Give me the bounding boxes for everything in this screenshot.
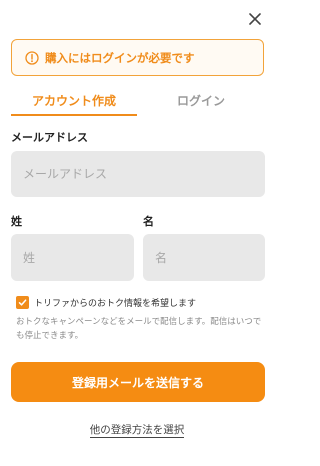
email-field[interactable] <box>11 151 265 197</box>
auth-tabs: アカウント作成 ログイン <box>11 90 264 116</box>
other-method-container: 他の登録方法を選択 <box>0 418 274 438</box>
tab-create-account[interactable]: アカウント作成 <box>11 90 137 116</box>
login-required-alert: 購入にはログインが必要です <box>11 39 264 76</box>
newsletter-consent: トリファからのおトク情報を希望します <box>16 296 196 309</box>
close-button[interactable] <box>246 10 264 28</box>
checkmark-icon <box>18 299 27 306</box>
newsletter-consent-note: おトクなキャンペーンなどをメールで配信します。配信はいつでも停止できます。 <box>16 317 262 341</box>
alert-text: 購入にはログインが必要です <box>45 50 195 65</box>
other-registration-method-link[interactable]: 他の登録方法を選択 <box>89 424 185 438</box>
first-name-field[interactable] <box>143 234 265 281</box>
first-name-label: 名 <box>143 215 154 228</box>
tab-login[interactable]: ログイン <box>138 90 264 116</box>
newsletter-consent-label: トリファからのおトク情報を希望します <box>34 299 197 309</box>
close-icon <box>249 13 261 25</box>
last-name-label: 姓 <box>11 215 22 228</box>
last-name-field[interactable] <box>11 234 134 281</box>
info-icon <box>25 50 39 65</box>
send-registration-email-button[interactable]: 登録用メールを送信する <box>11 362 265 402</box>
newsletter-checkbox[interactable] <box>16 296 29 309</box>
email-label: メールアドレス <box>11 131 88 144</box>
